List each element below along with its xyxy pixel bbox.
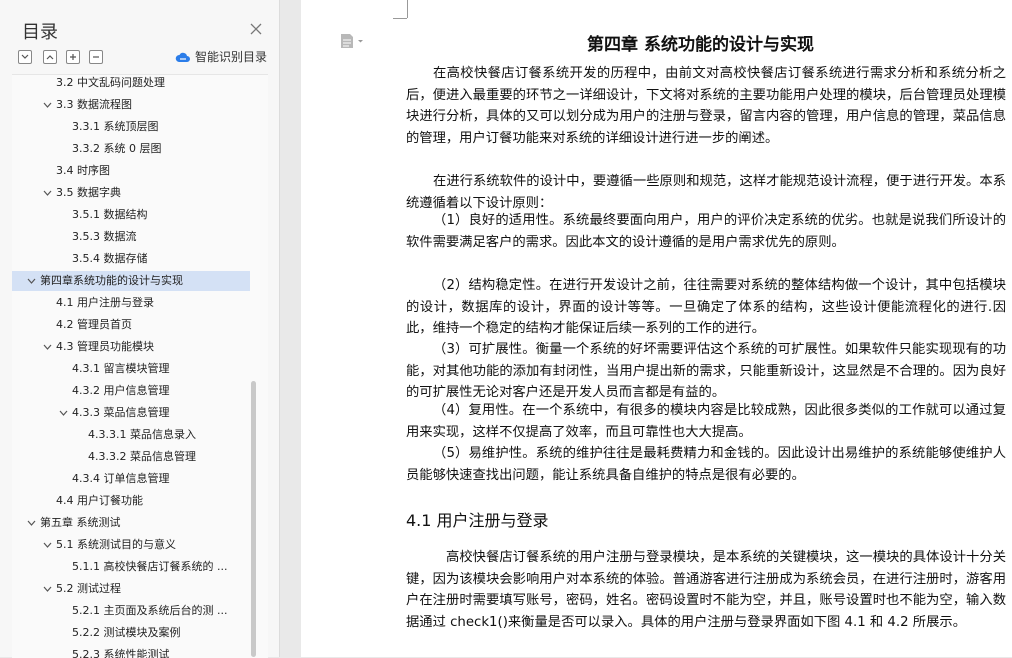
toc-panel: 目录 智能识别目录 3.2 中文乱码问题处理 3.3 数据流程图 3.3.1 系统顶… [0, 0, 280, 658]
toc-item-label: 3.5.1 数据结构 [72, 208, 148, 221]
toc-item[interactable]: 5.1.1 高校快餐店订餐系统的 ... [12, 557, 250, 577]
toc-item[interactable]: 5.1 系统测试目的与意义 [12, 535, 250, 555]
toc-item[interactable]: 4.3.4 订单信息管理 [12, 469, 250, 489]
toc-item[interactable]: 3.5.4 数据存储 [12, 249, 250, 269]
toc-item-label: 第五章 系统测试 [40, 516, 121, 529]
body-paragraph: （1）良好的适用性。系统最终要面向用户，用户的评价决定系统的优劣。也就是说我们所… [406, 213, 1006, 250]
chevron-down-icon[interactable] [43, 541, 52, 549]
cloud-icon [175, 52, 190, 62]
toc-item-label: 第四章系统功能的设计与实现 [40, 274, 183, 287]
toc-scrollbar[interactable] [251, 381, 256, 657]
toc-item-label: 3.3.1 系统顶层图 [72, 120, 159, 133]
toc-item-label: 5.2 测试过程 [56, 582, 121, 595]
expand-all-icon[interactable] [43, 50, 57, 64]
toc-item[interactable]: 5.2 测试过程 [12, 579, 250, 599]
toc-item-label: 3.4 时序图 [56, 164, 110, 177]
toc-item-label: 4.1 用户注册与登录 [56, 296, 154, 309]
toc-item[interactable]: 3.3 数据流程图 [12, 95, 250, 115]
toc-item-label: 4.3.3 菜品信息管理 [72, 406, 170, 419]
chevron-down-icon[interactable] [43, 189, 52, 197]
chevron-down-icon[interactable] [27, 277, 36, 285]
toc-title: 目录 [22, 22, 58, 43]
toc-item-label: 3.5.3 数据流 [72, 230, 137, 243]
toc-item-label: 5.2.1 主页面及系统后台的测 ... [72, 604, 228, 617]
toc-item[interactable]: 3.4 时序图 [12, 161, 250, 181]
toc-item-label: 4.2 管理员首页 [56, 318, 132, 331]
smart-toc-label: 智能识别目录 [195, 50, 268, 64]
toc-item[interactable]: 3.5.1 数据结构 [12, 205, 250, 225]
toc-item[interactable]: 第四章系统功能的设计与实现 [12, 271, 250, 291]
body-paragraph: （2）结构稳定性。在进行开发设计之前，往往需要对系统的整体结构做一个设计，其中包… [406, 278, 1006, 337]
toc-item-label: 4.3.2 用户信息管理 [72, 384, 170, 397]
toc-item[interactable]: 3.5.3 数据流 [12, 227, 250, 247]
collapse-all-icon[interactable] [18, 50, 32, 64]
section-heading: 4.1 用户注册与登录 [406, 511, 549, 530]
body-paragraph: 在进行系统软件的设计中，要遵循一些原则和规范，这样才能规范设计流程，便于进行开发… [406, 174, 1006, 211]
toc-item[interactable]: 4.2 管理员首页 [12, 315, 250, 335]
toc-item[interactable]: 5.2.2 测试模块及案例 [12, 623, 250, 643]
toc-item[interactable]: 5.2.1 主页面及系统后台的测 ... [12, 601, 250, 621]
toc-item[interactable]: 4.4 用户订餐功能 [12, 491, 250, 511]
toc-item[interactable]: 3.2 中文乱码问题处理 [12, 75, 250, 93]
chevron-down-icon[interactable] [43, 101, 52, 109]
toc-item[interactable]: 3.5 数据字典 [12, 183, 250, 203]
toc-item[interactable]: 5.2.3 系统性能测试 [12, 645, 250, 658]
toc-item-label: 3.5 数据字典 [56, 186, 121, 199]
chevron-down-icon[interactable] [59, 409, 68, 417]
toc-item[interactable]: 3.3.2 系统 0 层图 [12, 139, 250, 159]
toc-item[interactable]: 4.3.1 留言模块管理 [12, 359, 250, 379]
page-corner-mark [393, 18, 407, 19]
body-paragraph: （4）复用性。在一个系统中，有很多的模块内容是比较成熟，因此很多类似的工作就可以… [406, 403, 1006, 440]
toc-item[interactable]: 4.1 用户注册与登录 [12, 293, 250, 313]
toc-item-label: 5.2.3 系统性能测试 [72, 648, 170, 658]
toc-item-label: 4.3.1 留言模块管理 [72, 362, 170, 375]
toc-item-label: 4.4 用户订餐功能 [56, 494, 143, 507]
toc-item-label: 4.3.3.1 菜品信息录入 [88, 428, 196, 441]
remove-heading-icon[interactable] [89, 50, 103, 64]
chevron-down-icon[interactable] [27, 519, 36, 527]
toc-item[interactable]: 4.3 管理员功能模块 [12, 337, 250, 357]
toc-item-label: 4.3.3.2 菜品信息管理 [88, 450, 196, 463]
chevron-down-icon[interactable] [43, 343, 52, 351]
toc-item-label: 5.1.1 高校快餐店订餐系统的 ... [72, 560, 228, 573]
chevron-down-icon[interactable] [43, 585, 52, 593]
toc-item[interactable]: 4.3.2 用户信息管理 [12, 381, 250, 401]
toc-item-label: 3.3.2 系统 0 层图 [72, 142, 162, 155]
toc-item-label: 3.5.4 数据存储 [72, 252, 148, 265]
toc-item[interactable]: 4.3.3 菜品信息管理 [12, 403, 250, 423]
body-paragraph: 在高校快餐店订餐系统开发的历程中，由前文对高校快餐店订餐系统进行需求分析和系统分… [406, 66, 1006, 146]
toc-item-label: 4.3.4 订单信息管理 [72, 472, 170, 485]
toc-list: 3.2 中文乱码问题处理 3.3 数据流程图 3.3.1 系统顶层图 3.3.2 系统… [12, 74, 268, 658]
toc-item-label: 4.3 管理员功能模块 [56, 340, 154, 353]
toc-item-label: 5.2.2 测试模块及案例 [72, 626, 181, 639]
toc-item[interactable]: 4.3.3.2 菜品信息管理 [12, 447, 250, 467]
smart-toc-button[interactable]: 智能识别目录 [175, 48, 267, 65]
toc-item[interactable]: 3.3.1 系统顶层图 [12, 117, 250, 137]
toc-item-label: 5.1 系统测试目的与意义 [56, 538, 176, 551]
page-corner-mark [407, 0, 408, 18]
add-heading-icon[interactable] [66, 50, 80, 64]
toc-item-label: 3.3 数据流程图 [56, 98, 132, 111]
toc-item[interactable]: 第五章 系统测试 [12, 513, 250, 533]
toc-item[interactable]: 4.3.3.1 菜品信息录入 [12, 425, 250, 445]
body-paragraph: 高校快餐店订餐系统的用户注册与登录模块，是本系统的关键模块，这一模块的具体设计十… [406, 550, 1006, 630]
body-paragraph: （5）易维护性。系统的维护往往是最耗费精力和金钱的。因此设计出易维护的系统能够使… [406, 446, 1006, 483]
chapter-title: 第四章 系统功能的设计与实现 [587, 35, 814, 55]
toc-item-label: 3.2 中文乱码问题处理 [56, 76, 165, 89]
body-paragraph: （3）可扩展性。衡量一个系统的好坏需要评估这个系统的可扩展性。如果软件只能实现现… [406, 342, 1006, 401]
close-icon[interactable] [249, 21, 263, 35]
